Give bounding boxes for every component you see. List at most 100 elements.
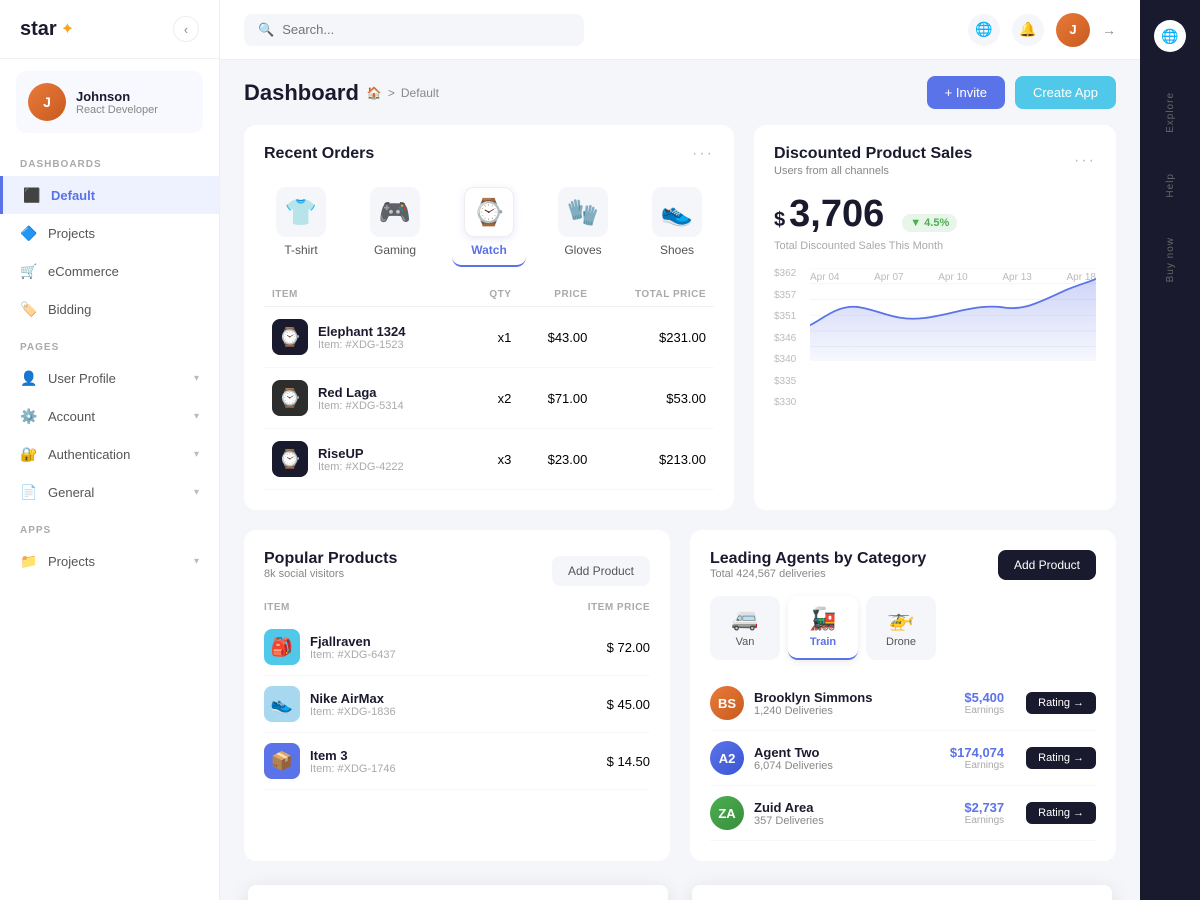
user-name: Johnson <box>76 89 158 104</box>
tab-watch[interactable]: ⌚ Watch <box>452 179 526 267</box>
panel-avatar[interactable]: 🌐 <box>1154 20 1186 52</box>
col-price: PRICE <box>519 283 595 307</box>
product-name: Nike AirMax <box>310 691 396 706</box>
item-id: Item: #XDG-4222 <box>318 461 404 473</box>
agent-earnings: $5,400 <box>964 690 1004 705</box>
sidebar-item-ecommerce[interactable]: 🛒 eCommerce <box>0 252 219 290</box>
rating-button[interactable]: Rating → <box>1026 747 1096 769</box>
sidebar-item-label: eCommerce <box>48 264 199 279</box>
item-cell: ⌚ Red Laga Item: #XDG-5314 <box>272 380 460 416</box>
page-title: Dashboard <box>244 80 359 106</box>
sidebar-item-authentication[interactable]: 🔐 Authentication ▾ <box>0 435 219 473</box>
buy-now-panel-item[interactable]: Buy now <box>1165 229 1176 290</box>
rating-button[interactable]: Rating → <box>1026 692 1096 714</box>
explore-panel-item[interactable]: Explore <box>1165 84 1176 141</box>
help-panel-item[interactable]: Help <box>1165 165 1176 206</box>
add-agent-product-button[interactable]: Add Product <box>998 550 1096 580</box>
sidebar-item-account[interactable]: ⚙️ Account ▾ <box>0 397 219 435</box>
list-item: BS Brooklyn Simmons 1,240 Deliveries $5,… <box>710 676 1096 731</box>
train-icon: 🚂 <box>809 606 836 632</box>
tab-tshirt[interactable]: 👕 T-shirt <box>264 179 338 267</box>
item-cell: 📦 Item 3 Item: #XDG-1746 <box>264 743 526 779</box>
bell-icon[interactable]: 🔔 <box>1012 14 1044 46</box>
tab-label: Shoes <box>660 243 694 257</box>
tab-label: Drone <box>886 636 916 648</box>
chevron-down-icon: ▾ <box>194 373 199 384</box>
ecommerce-icon: 🛒 <box>20 262 38 280</box>
agent-name: Agent Two <box>754 745 940 760</box>
sidebar-item-user-profile[interactable]: 👤 User Profile ▾ <box>0 359 219 397</box>
arrow-icon[interactable]: → <box>1102 22 1116 38</box>
orders-title: Recent Orders <box>264 145 374 163</box>
breadcrumb-home: 🏠 <box>367 86 382 100</box>
table-row: ⌚ Red Laga Item: #XDG-5314 x2 $71.00 <box>264 368 714 429</box>
add-product-button[interactable]: Add Product <box>552 556 650 586</box>
item-cell: ⌚ Elephant 1324 Item: #XDG-1523 <box>272 319 460 355</box>
sidebar-item-label: Authentication <box>48 447 184 462</box>
product-image: 🎒 <box>264 629 300 665</box>
chart-area: $362 $357 $351 $346 $340 $335 $330 <box>774 268 1096 428</box>
search-bar[interactable]: 🔍 <box>244 14 584 46</box>
orders-card-header: Recent Orders ··· <box>264 145 714 163</box>
gloves-icon: 🧤 <box>558 187 608 237</box>
chevron-down-icon: ▾ <box>194 556 199 567</box>
top-row: Recent Orders ··· 👕 T-shirt 🎮 Gaming <box>244 125 1116 510</box>
tab-gaming[interactable]: 🎮 Gaming <box>358 179 432 267</box>
rating-button[interactable]: Rating → <box>1026 802 1096 824</box>
create-app-button[interactable]: Create App <box>1015 76 1116 109</box>
search-input[interactable] <box>282 22 570 37</box>
globe-icon[interactable]: 🌐 <box>968 14 1000 46</box>
col-item: ITEM <box>264 283 468 307</box>
item-details: Red Laga Item: #XDG-5314 <box>318 385 404 412</box>
agent-category-tabs: 🚐 Van 🚂 Train 🚁 Drone <box>710 596 1096 660</box>
tab-label: Van <box>736 636 755 648</box>
chart-y-label: $357 <box>774 290 796 301</box>
discount-menu-icon[interactable]: ··· <box>1074 152 1096 170</box>
item-details: Elephant 1324 Item: #XDG-1523 <box>318 324 405 351</box>
panel-logo: 🌐 <box>1154 20 1186 52</box>
earnings-label: Earnings <box>964 705 1004 716</box>
agent-avatar: A2 <box>710 741 744 775</box>
user-profile-card: J Johnson React Developer <box>16 71 203 133</box>
auth-icon: 🔐 <box>20 445 38 463</box>
product-price: $ 45.00 <box>526 676 650 733</box>
topbar: 🔍 🌐 🔔 J → <box>220 0 1140 60</box>
chevron-down-icon: ▾ <box>194 487 199 498</box>
sidebar-item-projects[interactable]: 🔷 Projects <box>0 214 219 252</box>
discount-badge: ▼ 4.5% <box>902 214 957 232</box>
agents-title-area: Leading Agents by Category Total 424,567… <box>710 550 926 592</box>
sidebar: star ✦ ‹ J Johnson React Developer DASHB… <box>0 0 220 900</box>
user-info: Johnson React Developer <box>76 89 158 116</box>
chart-y-label: $351 <box>774 311 796 322</box>
user-avatar-topbar[interactable]: J <box>1056 13 1090 47</box>
sidebar-item-bidding[interactable]: 🏷️ Bidding <box>0 290 219 328</box>
orders-menu-icon[interactable]: ··· <box>692 145 714 163</box>
agent-deliveries: 1,240 Deliveries <box>754 705 954 717</box>
product-name: Item 3 <box>310 748 396 763</box>
breadcrumb: Dashboard 🏠 > Default <box>244 80 439 106</box>
shoes-icon: 👟 <box>652 187 702 237</box>
sidebar-item-default[interactable]: ⬛ Default <box>0 176 219 214</box>
user-icon: 👤 <box>20 369 38 387</box>
sidebar-item-label: General <box>48 485 184 500</box>
tab-train[interactable]: 🚂 Train <box>788 596 858 660</box>
agent-earnings: $2,737 <box>964 800 1004 815</box>
breadcrumb-trail: 🏠 > Default <box>367 86 439 100</box>
grid-icon: ⬛ <box>23 186 41 204</box>
products-title: Popular Products <box>264 550 397 568</box>
tab-shoes[interactable]: 👟 Shoes <box>640 179 714 267</box>
invite-button[interactable]: + Invite <box>927 76 1005 109</box>
sidebar-item-projects-app[interactable]: 📁 Projects ▾ <box>0 542 219 580</box>
account-icon: ⚙️ <box>20 407 38 425</box>
sidebar-item-general[interactable]: 📄 General ▾ <box>0 473 219 511</box>
content-area: Recent Orders ··· 👕 T-shirt 🎮 Gaming <box>220 125 1140 900</box>
tab-drone[interactable]: 🚁 Drone <box>866 596 936 660</box>
agent-name: Brooklyn Simmons <box>754 690 954 705</box>
overlay-row: B Bootstrap 5 Ȼre ASP.NET Core 7 <box>244 885 1116 900</box>
tab-gloves[interactable]: 🧤 Gloves <box>546 179 620 267</box>
sidebar-collapse-button[interactable]: ‹ <box>173 16 199 42</box>
item-id: Item: #XDG-1523 <box>318 339 405 351</box>
tab-van[interactable]: 🚐 Van <box>710 596 780 660</box>
agents-title: Leading Agents by Category <box>710 550 926 568</box>
item-price: $71.00 <box>519 368 595 429</box>
